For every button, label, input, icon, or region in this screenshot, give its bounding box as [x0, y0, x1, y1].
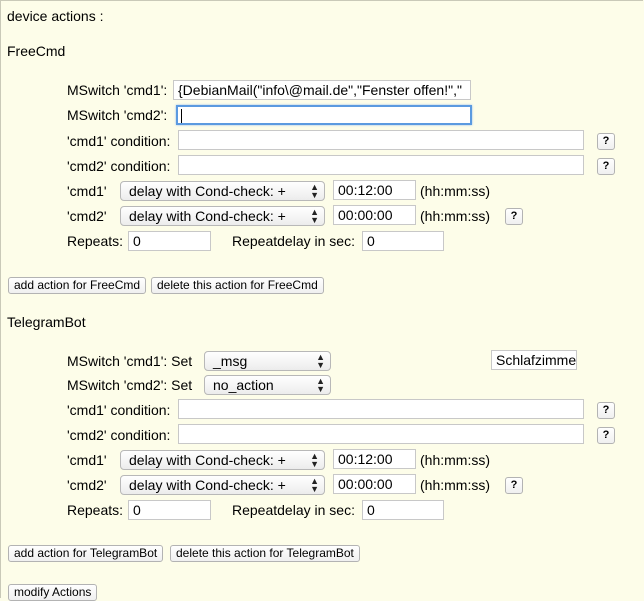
freecmd-repeats-input[interactable]: 0: [128, 231, 211, 251]
freecmd-cmd2-delay-select[interactable]: delay with Cond-check: + ▲ ▼: [120, 206, 325, 226]
telegram-cmd2-condition-label: 'cmd2' condition:: [67, 427, 171, 443]
freecmd-cmd2-condition-label: 'cmd2' condition:: [67, 158, 171, 174]
updown-arrows-icon: ▲ ▼: [310, 207, 319, 225]
telegram-cmd1-delay-label: 'cmd1': [67, 452, 107, 468]
telegram-cmd1-delay-select[interactable]: delay with Cond-check: + ▲ ▼: [120, 450, 325, 470]
telegram-cmd1-delay-time-input[interactable]: 00:12:00: [333, 449, 416, 469]
telegram-cmd1-label: MSwitch 'cmd1': Set: [67, 353, 193, 369]
freecmd-cmd2-condition-input[interactable]: [178, 155, 584, 175]
freecmd-cmd2-input[interactable]: [176, 105, 472, 125]
freecmd-cmd1-condition-label: 'cmd1' condition:: [67, 133, 171, 149]
add-telegram-action-button[interactable]: add action for TelegramBot: [8, 545, 164, 562]
freecmd-repeats-label: Repeats:: [67, 233, 124, 249]
telegram-cmd1-set-select[interactable]: _msg ▲ ▼: [204, 351, 331, 371]
updown-arrows-icon: ▲ ▼: [310, 182, 319, 200]
text-caret: [181, 109, 182, 123]
delete-freecmd-action-button[interactable]: delete this action for FreeCmd: [151, 277, 324, 294]
freecmd-cmd2-condition-help-button[interactable]: ?: [597, 158, 615, 175]
telegram-cmd2-condition-input[interactable]: [178, 424, 584, 444]
updown-arrows-icon: ▲ ▼: [316, 352, 325, 370]
freecmd-cmd1-delay-select[interactable]: delay with Cond-check: + ▲ ▼: [120, 181, 325, 201]
telegram-cmd2-set-select[interactable]: no_action ▲ ▼: [204, 375, 331, 395]
telegram-cmd1-set-select-value: _msg: [213, 353, 248, 369]
telegram-cmd2-delay-select-value: delay with Cond-check: +: [129, 477, 286, 493]
modify-actions-button[interactable]: modify Actions: [8, 584, 98, 601]
freecmd-cmd2-time-format: (hh:mm:ss): [420, 208, 490, 224]
telegram-section-title: TelegramBot: [7, 314, 86, 330]
updown-arrows-icon: ▲ ▼: [316, 376, 325, 394]
telegram-repeats-input[interactable]: 0: [128, 500, 211, 520]
freecmd-cmd2-label: MSwitch 'cmd2':: [67, 107, 168, 123]
telegram-cmd1-condition-input[interactable]: [178, 399, 584, 419]
freecmd-cmd1-condition-input[interactable]: [178, 130, 584, 150]
freecmd-cmd2-delay-label: 'cmd2': [67, 208, 107, 224]
freecmd-repeatdelay-label: Repeatdelay in sec:: [232, 233, 355, 249]
freecmd-cmd1-condition-help-button[interactable]: ?: [597, 133, 615, 150]
freecmd-cmd2-delay-time-input[interactable]: 00:00:00: [333, 205, 416, 225]
freecmd-cmd1-delay-select-value: delay with Cond-check: +: [129, 183, 286, 199]
telegram-cmd1-delay-select-value: delay with Cond-check: +: [129, 452, 286, 468]
freecmd-cmd2-delay-select-value: delay with Cond-check: +: [129, 208, 286, 224]
telegram-cmd2-delay-select[interactable]: delay with Cond-check: + ▲ ▼: [120, 475, 325, 495]
telegram-cmd1-condition-help-button[interactable]: ?: [597, 402, 615, 419]
telegram-cmd2-label: MSwitch 'cmd2': Set: [67, 377, 193, 393]
telegram-cmd2-delay-time-input[interactable]: 00:00:00: [333, 474, 416, 494]
telegram-repeats-label: Repeats:: [67, 502, 124, 518]
telegram-cmd2-delay-label: 'cmd2': [67, 477, 107, 493]
telegram-cmd2-time-format: (hh:mm:ss): [420, 477, 490, 493]
telegram-delay-help-button[interactable]: ?: [505, 477, 523, 494]
freecmd-cmd1-delay-time-input[interactable]: 00:12:00: [333, 180, 416, 200]
freecmd-cmd1-input[interactable]: {DebianMail("info\@mail.de","Fenster off…: [173, 80, 471, 100]
freecmd-cmd1-time-format: (hh:mm:ss): [420, 183, 490, 199]
telegram-repeatdelay-label: Repeatdelay in sec:: [232, 502, 355, 518]
telegram-cmd1-value-input[interactable]: Schlafzimme: [491, 350, 577, 370]
delete-telegram-action-button[interactable]: delete this action for TelegramBot: [170, 545, 360, 562]
telegram-cmd1-time-format: (hh:mm:ss): [420, 452, 490, 468]
telegram-cmd1-condition-label: 'cmd1' condition:: [67, 402, 171, 418]
freecmd-cmd1-delay-label: 'cmd1': [67, 183, 107, 199]
page-title: device actions :: [7, 8, 104, 24]
freecmd-cmd1-label: MSwitch 'cmd1':: [67, 82, 168, 98]
telegram-cmd2-condition-help-button[interactable]: ?: [597, 427, 615, 444]
telegram-repeatdelay-input[interactable]: 0: [362, 500, 444, 520]
freecmd-delay-help-button[interactable]: ?: [505, 208, 523, 225]
telegram-cmd2-set-select-value: no_action: [213, 377, 274, 393]
updown-arrows-icon: ▲ ▼: [310, 476, 319, 494]
freecmd-repeatdelay-input[interactable]: 0: [362, 231, 444, 251]
add-freecmd-action-button[interactable]: add action for FreeCmd: [8, 277, 147, 294]
freecmd-section-title: FreeCmd: [7, 43, 66, 59]
updown-arrows-icon: ▲ ▼: [310, 451, 319, 469]
